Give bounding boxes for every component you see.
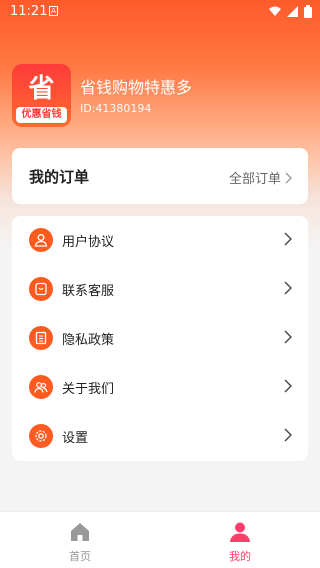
menu-item-label: 设置 [62,431,89,446]
menu-item-customer-service[interactable]: 联系客服 [12,265,308,314]
profile-section: 省 优惠省钱 省钱购物特惠多 ID:41380194 [12,64,308,128]
menu-item-label: 用户协议 [62,235,115,250]
user-agreement-icon [29,228,53,252]
profile-icon [230,522,250,542]
orders-card[interactable]: 我的订单 全部订单 [12,148,308,204]
all-orders-link[interactable]: 全部订单 [229,168,292,187]
chevron-right-icon [285,172,292,183]
user-id: ID:41380194 [80,102,152,115]
logo-char: 省 [28,74,55,104]
tab-label: 首页 [69,550,91,563]
tab-profile[interactable]: 我的 [160,512,320,568]
menu-item-user-agreement[interactable]: 用户协议 [12,216,308,265]
privacy-policy-icon [29,326,53,350]
tab-label: 我的 [229,550,251,563]
customer-service-icon [29,277,53,301]
chevron-right-icon [284,330,292,344]
menu-item-settings[interactable]: 设置 [12,412,308,461]
menu-item-label: 关于我们 [62,382,115,397]
app-name: 省钱购物特惠多 [80,78,193,97]
home-icon [71,523,89,541]
app-logo: 省 优惠省钱 [12,64,71,127]
menu-item-about-us[interactable]: 关于我们 [12,363,308,412]
about-us-icon [29,375,53,399]
bottom-tab-bar: 首页 我的 [0,511,320,568]
chevron-right-icon [284,232,292,246]
logo-subtitle: 优惠省钱 [16,107,67,123]
chevron-right-icon [284,379,292,393]
status-time: 11:21 [10,4,48,19]
status-bar: 11:21 A [0,0,320,24]
menu-item-label: 隐私政策 [62,333,115,348]
menu-item-privacy-policy[interactable]: 隐私政策 [12,314,308,363]
wifi-icon [269,6,281,16]
menu-item-label: 联系客服 [62,284,115,299]
tab-home[interactable]: 首页 [0,512,160,568]
orders-title: 我的订单 [29,168,90,186]
menu-card: 用户协议 联系客服 隐私政策 关于我们 设置 [12,216,308,461]
notification-icon: A [49,6,58,16]
settings-icon [29,424,53,448]
status-icons [269,5,312,18]
all-orders-label: 全部订单 [228,172,281,187]
chevron-right-icon [284,281,292,295]
cell-signal-icon [287,6,298,17]
battery-icon [304,5,312,18]
chevron-right-icon [284,428,292,442]
